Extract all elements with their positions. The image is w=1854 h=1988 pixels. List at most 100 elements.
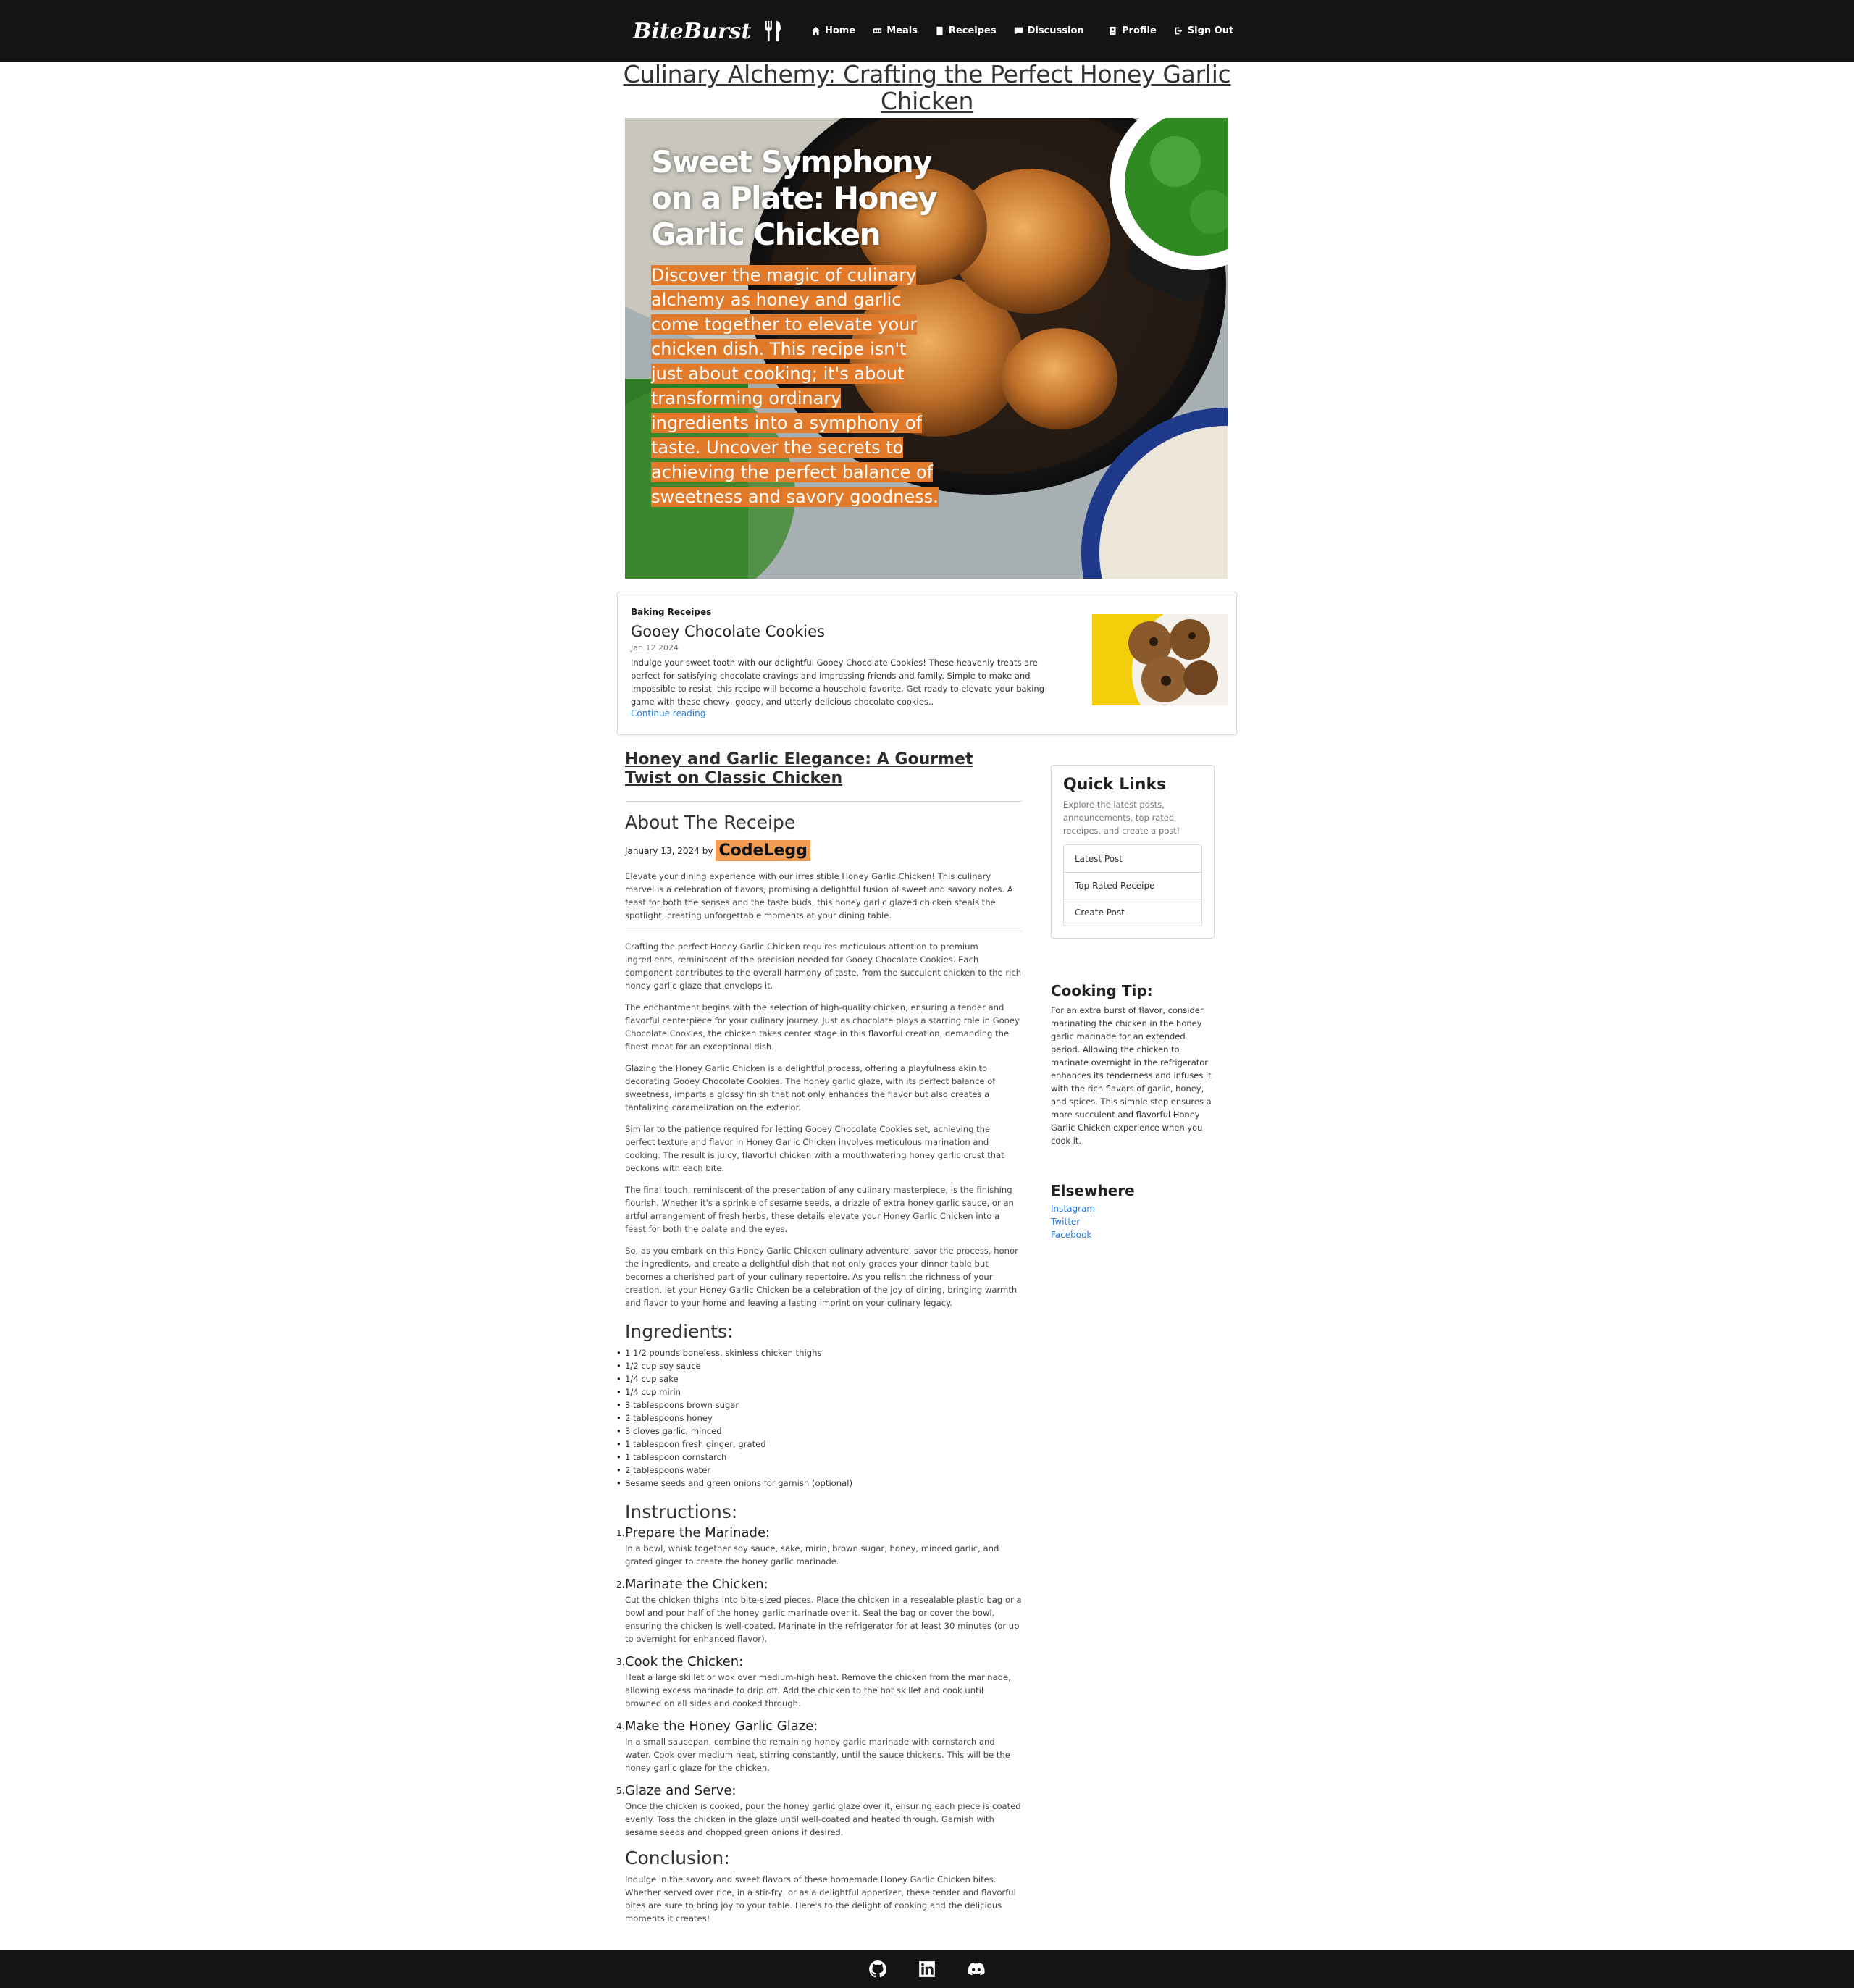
about-heading: About The Receipe	[625, 812, 796, 833]
instruction-step: 4. Make the Honey Garlic Glaze: In a sma…	[616, 1719, 1022, 1774]
step-number: 2.	[616, 1580, 625, 1590]
conclusion-text: Indulge in the savory and sweet flavors …	[625, 1874, 1016, 1924]
ingredient-item: 2 tablespoons honey	[616, 1412, 1022, 1425]
nav-profile-label: Profile	[1122, 25, 1157, 36]
github-icon[interactable]	[868, 1960, 887, 1979]
quick-links-heading: Quick Links	[1063, 776, 1167, 794]
nav-profile[interactable]: Profile	[1108, 22, 1157, 39]
ingredient-item: 1 tablespoon cornstarch	[616, 1451, 1022, 1464]
instagram-link[interactable]: Instagram	[1051, 1202, 1216, 1215]
nav-meals-label: Meals	[886, 25, 918, 36]
hero-heading: Sweet Symphony on a Plate: Honey Garlic …	[651, 144, 938, 252]
body-paragraph: So, as you embark on this Honey Garlic C…	[625, 1246, 1018, 1308]
ingredient-item: 3 cloves garlic, minced	[616, 1425, 1022, 1438]
quick-links-list: Latest Post Top Rated Receipe Create Pos…	[1063, 844, 1202, 926]
home-icon	[811, 26, 821, 35]
step-number: 4.	[616, 1721, 625, 1732]
facebook-link[interactable]: Facebook	[1051, 1228, 1216, 1241]
author-name[interactable]: CodeLegg	[716, 840, 810, 861]
conclusion-heading: Conclusion:	[625, 1848, 730, 1869]
nav-receipes[interactable]: Receipes	[935, 22, 997, 39]
step-text: In a small saucepan, combine the remaini…	[625, 1737, 1010, 1773]
discord-icon[interactable]	[967, 1960, 986, 1979]
nav-sign-out-label: Sign Out	[1187, 25, 1234, 36]
intro-paragraph: Elevate your dining experience with our …	[625, 871, 1013, 920]
cooking-tip: Cooking Tip: For an extra burst of flavo…	[1051, 982, 1216, 1147]
ingredient-item: 1/4 cup mirin	[616, 1385, 1022, 1398]
body-paragraph: Crafting the perfect Honey Garlic Chicke…	[625, 941, 1022, 991]
navbar: BiteBurst Home Meals Receipes Discussion…	[0, 0, 1854, 62]
footer	[0, 1950, 1854, 1988]
quick-link-top-rated[interactable]: Top Rated Receipe	[1064, 872, 1201, 899]
step-text: In a bowl, whisk together soy sauce, sak…	[625, 1543, 999, 1567]
step-title: Make the Honey Garlic Glaze:	[625, 1719, 818, 1734]
nav-home[interactable]: Home	[811, 22, 855, 39]
step-text: Once the chicken is cooked, pour the hon…	[625, 1801, 1021, 1837]
step-text: Cut the chicken thighs into bite-sized p…	[625, 1595, 1022, 1644]
meals-icon	[873, 28, 882, 33]
ingredient-item: 1/4 cup sake	[616, 1372, 1022, 1385]
main-nav: Home Meals Receipes Discussion	[811, 22, 1084, 39]
quick-links-description: Explore the latest posts, announcements,…	[1063, 800, 1180, 836]
quick-link-latest-post[interactable]: Latest Post	[1064, 845, 1201, 872]
ingredient-item: 1 tablespoon fresh ginger, grated	[616, 1438, 1022, 1451]
post-title: Gooey Chocolate Cookies	[631, 623, 825, 640]
cookies-thumbnail	[1092, 614, 1228, 705]
ingredients-list: 1 1/2 pounds boneless, skinless chicken …	[616, 1346, 1022, 1490]
nav-home-label: Home	[825, 25, 856, 36]
quick-links-panel: Quick Links Explore the latest posts, an…	[1051, 765, 1215, 939]
cooking-tip-heading: Cooking Tip:	[1051, 982, 1153, 999]
by-label: by	[702, 845, 713, 856]
featured-post-card: Baking Receipes Gooey Chocolate Cookies …	[617, 592, 1237, 735]
instructions-heading: Instructions:	[625, 1501, 738, 1522]
body-paragraph: The final touch, reminiscent of the pres…	[625, 1185, 1014, 1234]
hero-content: Sweet Symphony on a Plate: Honey Garlic …	[651, 144, 941, 509]
nav-receipes-label: Receipes	[948, 25, 997, 36]
hero-text-highlight: Discover the magic of culinary alchemy a…	[651, 265, 939, 507]
main-article: Honey and Garlic Elegance: A Gourmet Twi…	[616, 750, 1022, 1925]
step-number: 5.	[616, 1786, 625, 1796]
twitter-link[interactable]: Twitter	[1051, 1215, 1216, 1228]
instruction-step: 1. Prepare the Marinade: In a bowl, whis…	[616, 1525, 1022, 1568]
post-description: Indulge your sweet tooth with our deligh…	[631, 658, 1045, 707]
post-category: Baking Receipes	[631, 607, 712, 617]
brand-logo[interactable]: BiteBurst	[633, 13, 786, 49]
instructions-list: 1. Prepare the Marinade: In a bowl, whis…	[616, 1525, 1022, 1839]
instruction-step: 2. Marinate the Chicken: Cut the chicken…	[616, 1577, 1022, 1645]
article-subtitle[interactable]: Honey and Garlic Elegance: A Gourmet Twi…	[625, 750, 1022, 788]
hero-banner: Sweet Symphony on a Plate: Honey Garlic …	[625, 118, 1228, 579]
chat-icon	[1014, 27, 1023, 34]
divider	[625, 801, 1022, 802]
continue-reading-link[interactable]: Continue reading	[631, 708, 705, 718]
step-text: Heat a large skillet or wok over medium-…	[625, 1672, 1011, 1708]
ingredient-item: 1/2 cup soy sauce	[616, 1359, 1022, 1372]
nav-discussion[interactable]: Discussion	[1014, 22, 1084, 39]
quick-link-create-post[interactable]: Create Post	[1064, 899, 1201, 926]
body-paragraph: Glazing the Honey Garlic Chicken is a de…	[625, 1063, 996, 1112]
profile-icon	[1110, 26, 1116, 35]
step-title: Marinate the Chicken:	[625, 1577, 768, 1592]
nav-discussion-label: Discussion	[1027, 25, 1084, 36]
nav-meals[interactable]: Meals	[873, 22, 918, 39]
instruction-step: 3. Cook the Chicken: Heat a large skille…	[616, 1654, 1022, 1710]
elsewhere-list: Instagram Twitter Facebook	[1051, 1202, 1216, 1241]
post-date: Jan 12 2024	[631, 643, 679, 653]
linkedin-icon[interactable]	[918, 1960, 936, 1979]
user-nav: Profile Sign Out	[1108, 22, 1233, 39]
elsewhere-heading: Elsewhere	[1051, 1182, 1135, 1199]
brand-name: BiteBurst	[633, 18, 752, 44]
book-icon	[936, 26, 943, 35]
byline: January 13, 2024 by CodeLegg	[625, 840, 1022, 861]
page-title: Culinary Alchemy: Crafting the Perfect H…	[623, 60, 1231, 115]
article-date: January 13, 2024	[625, 845, 700, 856]
step-number: 1.	[616, 1528, 625, 1538]
ingredients-heading: Ingredients:	[625, 1321, 734, 1342]
ingredient-item: 3 tablespoons brown sugar	[616, 1398, 1022, 1412]
step-title: Cook the Chicken:	[625, 1654, 744, 1669]
instruction-step: 5. Glaze and Serve: Once the chicken is …	[616, 1783, 1022, 1839]
hero-text: Discover the magic of culinary alchemy a…	[651, 263, 941, 509]
body-paragraph: The enchantment begins with the selectio…	[625, 1002, 1020, 1052]
sign-out-icon	[1175, 27, 1183, 34]
nav-sign-out[interactable]: Sign Out	[1174, 22, 1233, 39]
cooking-tip-text: For an extra burst of flavor, consider m…	[1051, 1005, 1212, 1146]
